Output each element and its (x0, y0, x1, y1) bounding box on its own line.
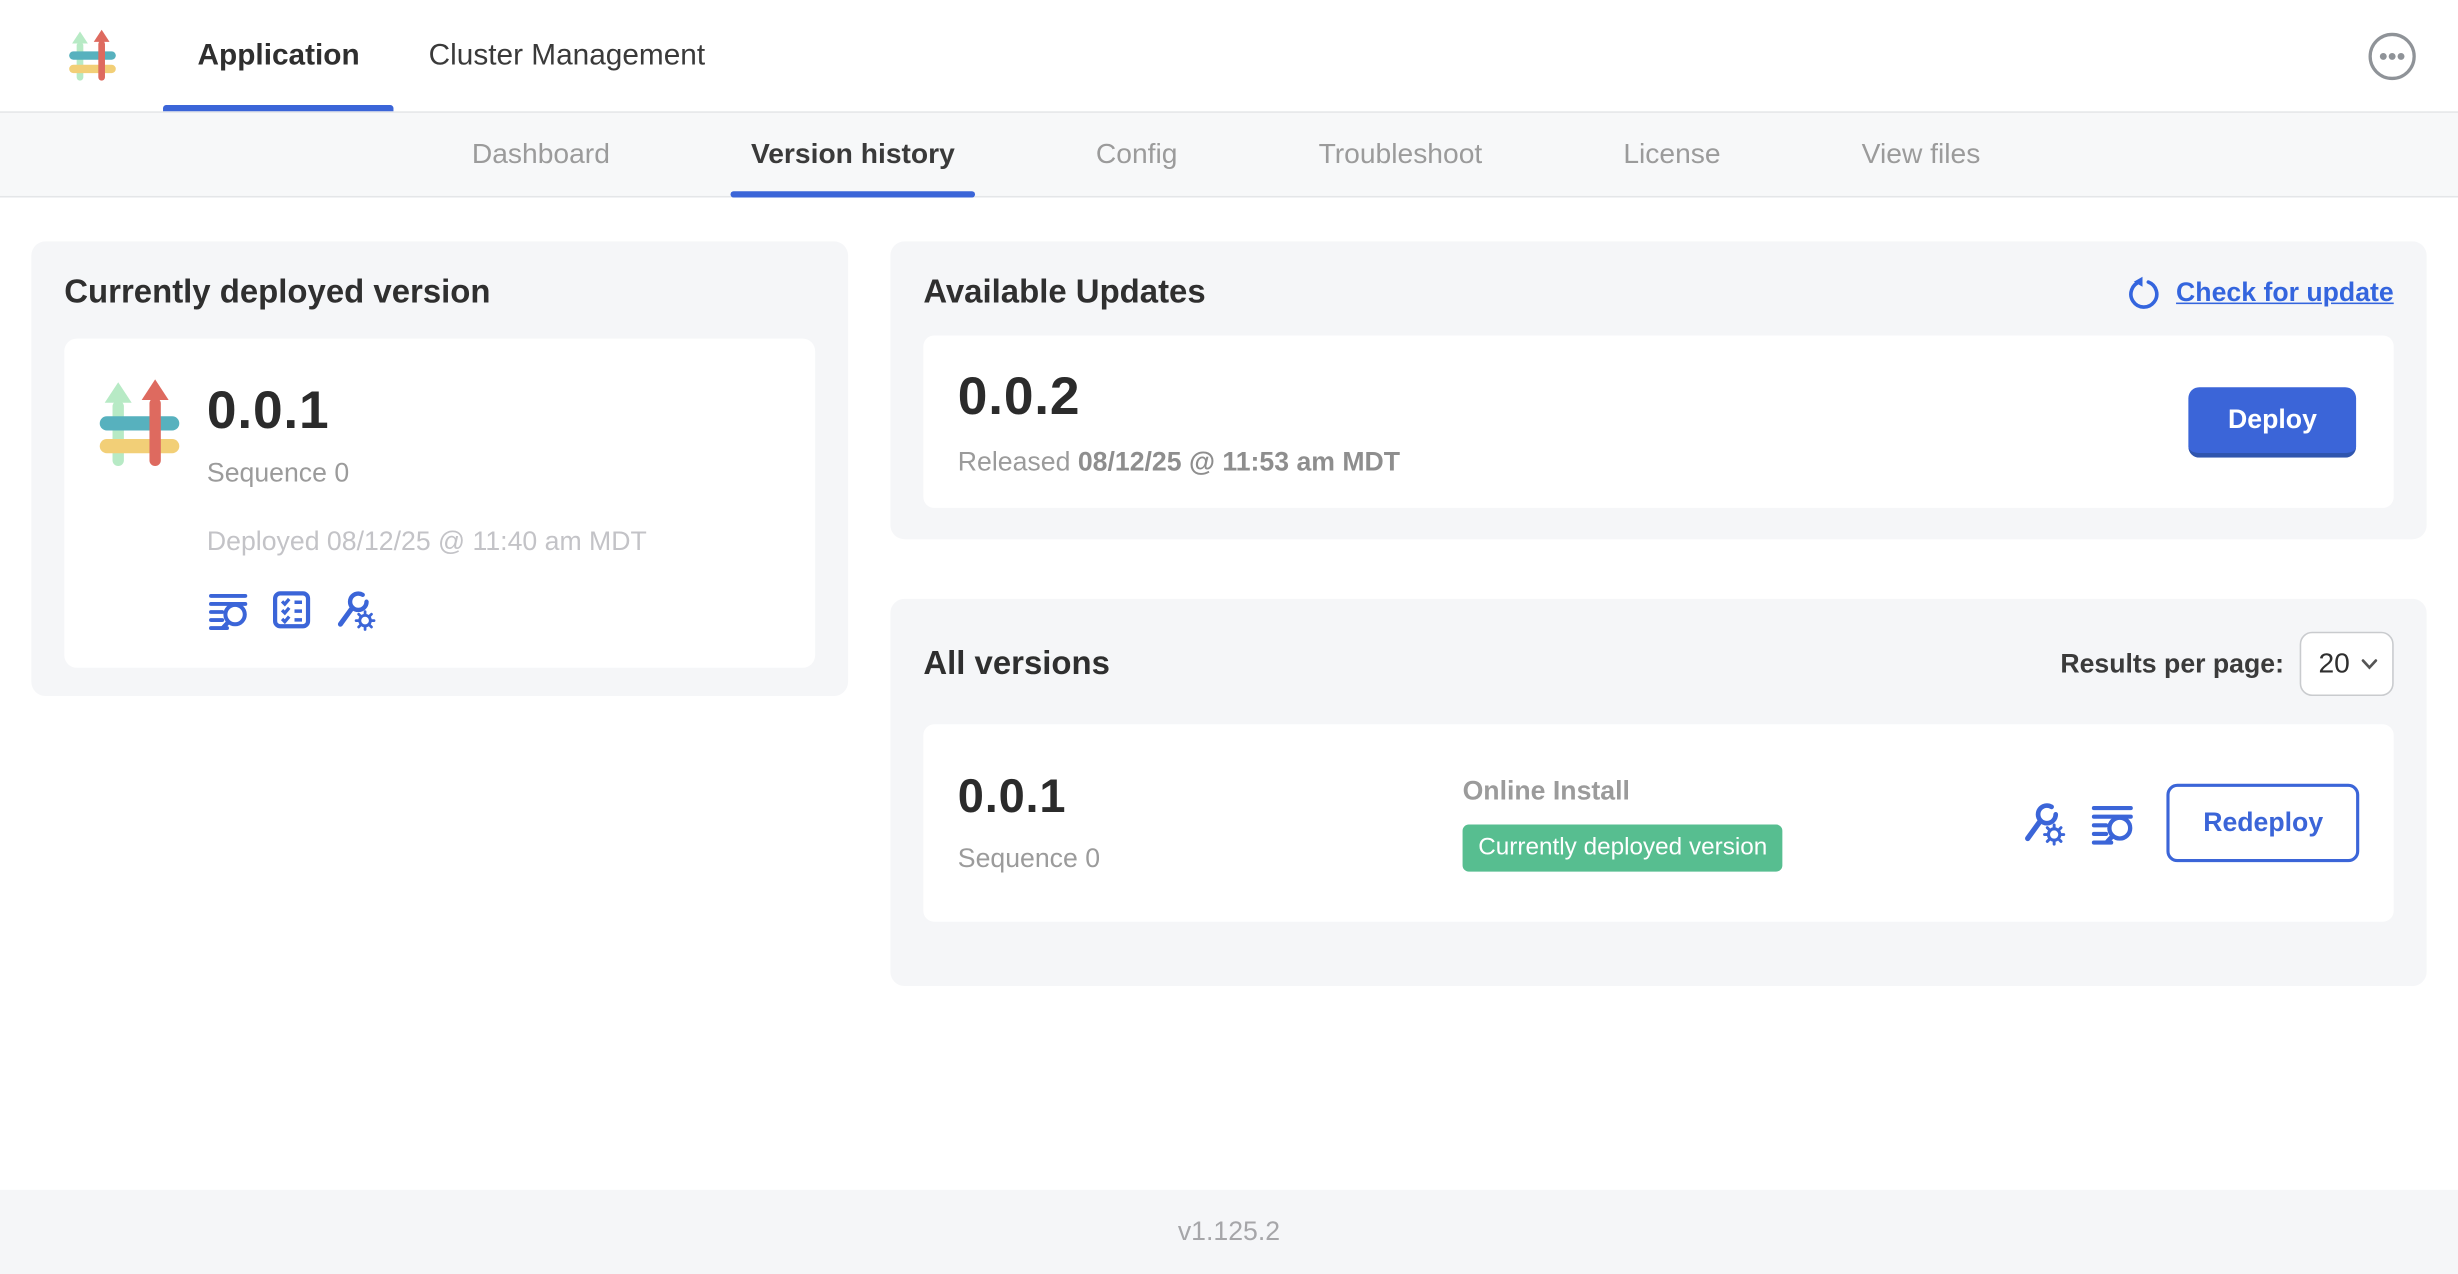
tab-application[interactable]: Application (163, 0, 394, 111)
version-number: 0.0.1 (958, 771, 1463, 824)
all-versions-card: All versions Results per page: 20 0.0 (890, 599, 2426, 986)
tab-license[interactable]: License (1603, 113, 1741, 196)
install-type: Online Install (1463, 775, 2020, 806)
page-footer: v1.125.2 (0, 1190, 2458, 1274)
version-row-info: 0.0.1 Sequence 0 (958, 771, 1463, 874)
check-for-update-link[interactable]: Check for update (2126, 275, 2394, 311)
deploy-button[interactable]: Deploy (2189, 386, 2356, 457)
right-column: Available Updates Check for update 0.0.2… (890, 241, 2426, 986)
tab-view-files[interactable]: View files (1841, 113, 2000, 196)
version-row-status: Online Install Currently deployed versio… (1463, 775, 2020, 871)
released-timestamp: 08/12/25 @ 11:53 am MDT (1078, 446, 1400, 476)
tab-license-label: License (1623, 138, 1720, 171)
results-per-page-label: Results per page: (2060, 648, 2284, 679)
refresh-icon (2126, 275, 2162, 311)
main-content: Currently deployed version 0.0.1 Sequenc… (0, 198, 2458, 987)
admin-console-page: Application Cluster Management Dashboard… (0, 0, 2458, 1274)
redeploy-button[interactable]: Redeploy (2167, 784, 2359, 862)
preflight-checklist-icon[interactable] (270, 588, 314, 632)
deployed-version-number: 0.0.1 (207, 381, 647, 442)
currently-deployed-version-panel: 0.0.1 Sequence 0 Deployed 08/12/25 @ 11:… (64, 339, 815, 668)
update-released-line: Released 08/12/25 @ 11:53 am MDT (958, 446, 1400, 477)
tab-config-label: Config (1096, 138, 1178, 171)
logs-icon[interactable] (207, 588, 251, 632)
results-per-page-value: 20 (2318, 647, 2349, 680)
tab-version-history[interactable]: Version history (731, 113, 976, 196)
currently-deployed-title: Currently deployed version (64, 274, 815, 312)
app-subnav: Dashboard Version history Config Trouble… (0, 113, 2458, 198)
results-per-page-select[interactable]: 20 (2300, 632, 2394, 696)
logs-icon[interactable] (2090, 799, 2137, 846)
chevron-down-icon (2361, 658, 2378, 671)
available-updates-title: Available Updates (923, 274, 1205, 312)
available-update-info: 0.0.2 Released 08/12/25 @ 11:53 am MDT (958, 366, 1400, 477)
tab-cluster-management[interactable]: Cluster Management (394, 0, 739, 111)
deployed-timestamp: Deployed 08/12/25 @ 11:40 am MDT (207, 527, 647, 558)
available-update-row: 0.0.2 Released 08/12/25 @ 11:53 am MDT D… (923, 335, 2393, 507)
all-versions-title: All versions (923, 645, 1110, 683)
config-wrench-icon[interactable] (2020, 799, 2067, 846)
tab-dashboard-label: Dashboard (472, 138, 610, 171)
results-per-page: Results per page: 20 (2060, 632, 2393, 696)
tab-troubleshoot-label: Troubleshoot (1319, 138, 1483, 171)
tab-dashboard[interactable]: Dashboard (451, 113, 630, 196)
version-row-actions: Redeploy (2020, 784, 2359, 862)
tab-troubleshoot[interactable]: Troubleshoot (1298, 113, 1502, 196)
deployed-version-actions (207, 588, 647, 632)
app-logo-icon (66, 20, 119, 92)
available-updates-header: Available Updates Check for update (923, 274, 2393, 312)
deployed-version-info: 0.0.1 Sequence 0 Deployed 08/12/25 @ 11:… (207, 368, 647, 631)
config-wrench-icon[interactable] (332, 588, 376, 632)
version-row: 0.0.1 Sequence 0 Online Install Currentl… (923, 724, 2393, 922)
tab-config[interactable]: Config (1076, 113, 1198, 196)
app-header: Application Cluster Management (0, 0, 2458, 113)
tab-application-label: Application (198, 38, 360, 72)
console-version: v1.125.2 (1178, 1216, 1280, 1247)
tab-cluster-management-label: Cluster Management (429, 38, 705, 72)
ellipsis-menu-icon[interactable] (2367, 31, 2417, 81)
available-updates-card: Available Updates Check for update 0.0.2… (890, 241, 2426, 539)
currently-deployed-badge: Currently deployed version (1463, 824, 1783, 871)
all-versions-header: All versions Results per page: 20 (923, 632, 2393, 696)
released-label: Released (958, 446, 1071, 476)
check-for-update-label: Check for update (2176, 277, 2394, 308)
tab-view-files-label: View files (1862, 138, 1981, 171)
update-version-number: 0.0.2 (958, 366, 1400, 427)
app-logo-icon (94, 375, 185, 475)
version-sequence: Sequence 0 (958, 843, 1463, 874)
tab-version-history-label: Version history (751, 138, 955, 171)
deployed-sequence: Sequence 0 (207, 458, 647, 489)
app-tabs: Application Cluster Management (163, 0, 740, 111)
currently-deployed-card: Currently deployed version 0.0.1 Sequenc… (31, 241, 848, 696)
